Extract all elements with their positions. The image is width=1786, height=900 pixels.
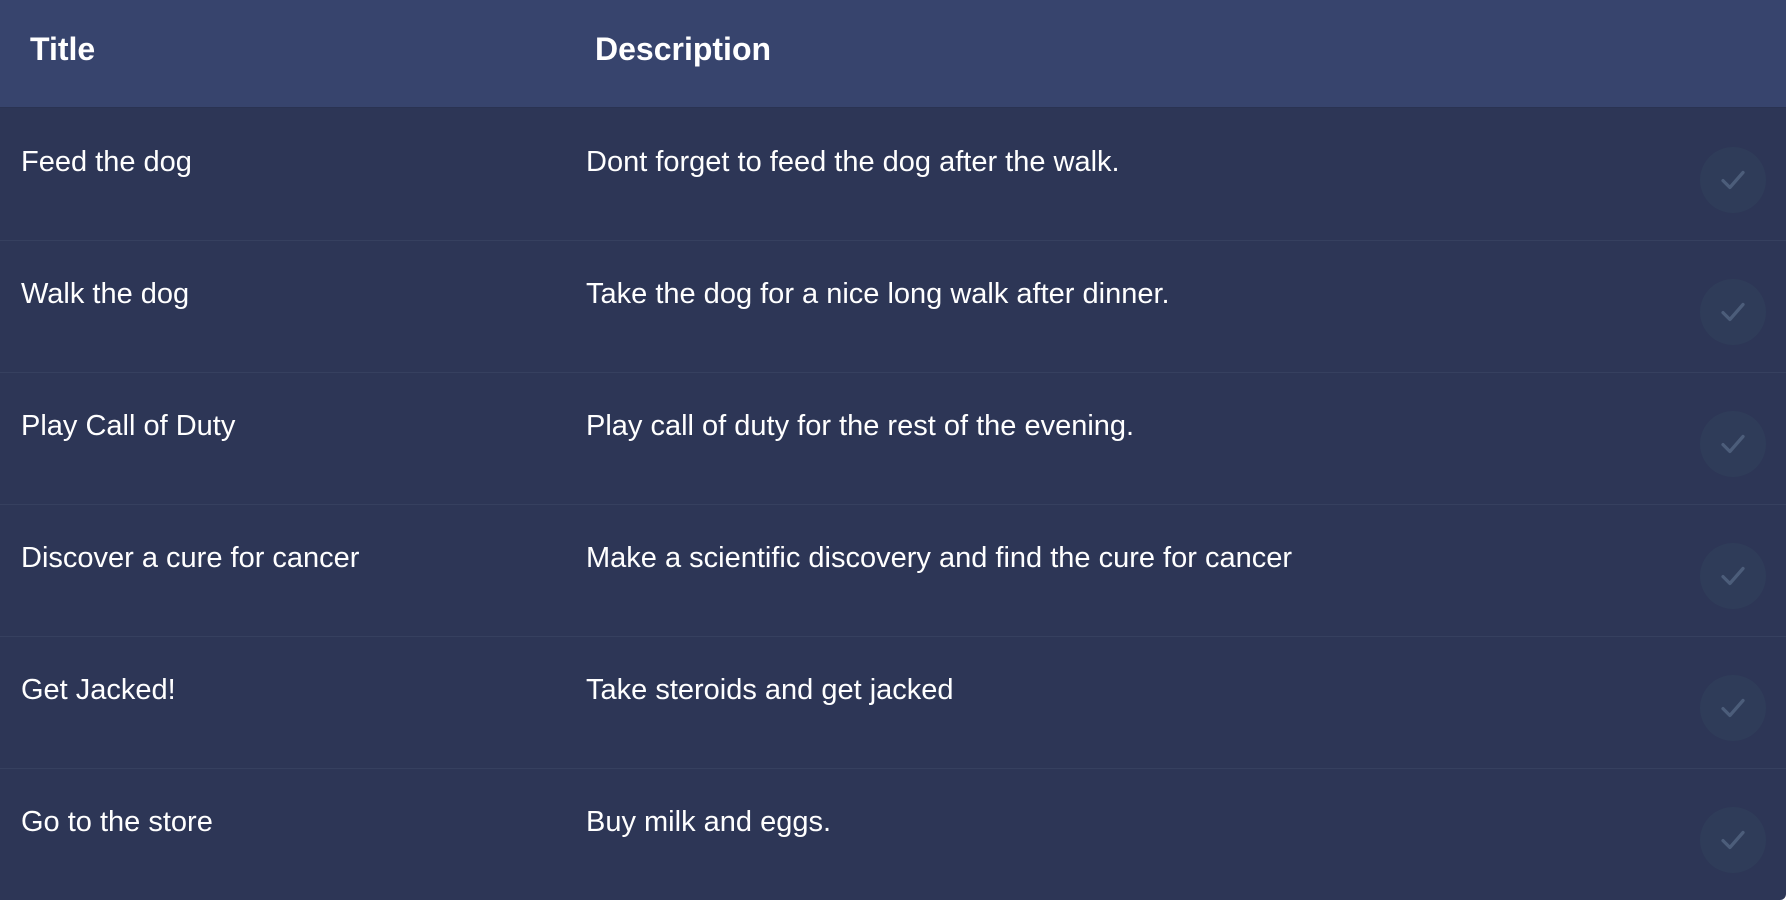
check-icon [1721, 566, 1745, 586]
row-description: Take steroids and get jacked [586, 674, 954, 706]
complete-button[interactable] [1700, 147, 1766, 213]
row-title: Walk the dog [21, 278, 190, 310]
row-title: Feed the dog [21, 146, 192, 178]
table-row: Discover a cure for cancer Make a scient… [0, 504, 1786, 637]
row-title: Play Call of Duty [21, 410, 236, 442]
complete-button[interactable] [1700, 675, 1766, 741]
check-icon [1721, 830, 1745, 850]
todo-table: Title Description Feed the dog Dont forg… [0, 0, 1786, 900]
complete-button[interactable] [1700, 543, 1766, 609]
row-description: Take the dog for a nice long walk after … [586, 278, 1170, 310]
row-description: Make a scientific discovery and find the… [586, 542, 1292, 574]
table-row: Go to the store Buy milk and eggs. [0, 768, 1786, 900]
table-row: Play Call of Duty Play call of duty for … [0, 372, 1786, 505]
row-title: Go to the store [21, 806, 213, 838]
row-description: Buy milk and eggs. [586, 806, 832, 838]
description-column-header: Description [595, 31, 772, 67]
table-header: Title Description [0, 0, 1786, 108]
complete-button[interactable] [1700, 279, 1766, 345]
check-icon [1721, 434, 1745, 454]
row-title: Discover a cure for cancer [21, 542, 360, 574]
row-title: Get Jacked! [21, 674, 176, 706]
check-icon [1721, 698, 1745, 718]
title-column-header: Title [30, 31, 96, 67]
table-row: Walk the dog Take the dog for a nice lon… [0, 240, 1786, 373]
check-icon [1721, 302, 1745, 322]
check-icon [1721, 170, 1745, 190]
row-description: Play call of duty for the rest of the ev… [586, 410, 1135, 442]
table-row: Get Jacked! Take steroids and get jacked [0, 636, 1786, 769]
complete-button[interactable] [1700, 807, 1766, 873]
complete-button[interactable] [1700, 411, 1766, 477]
row-description: Dont forget to feed the dog after the wa… [586, 146, 1120, 178]
table-row: Feed the dog Dont forget to feed the dog… [0, 108, 1786, 241]
